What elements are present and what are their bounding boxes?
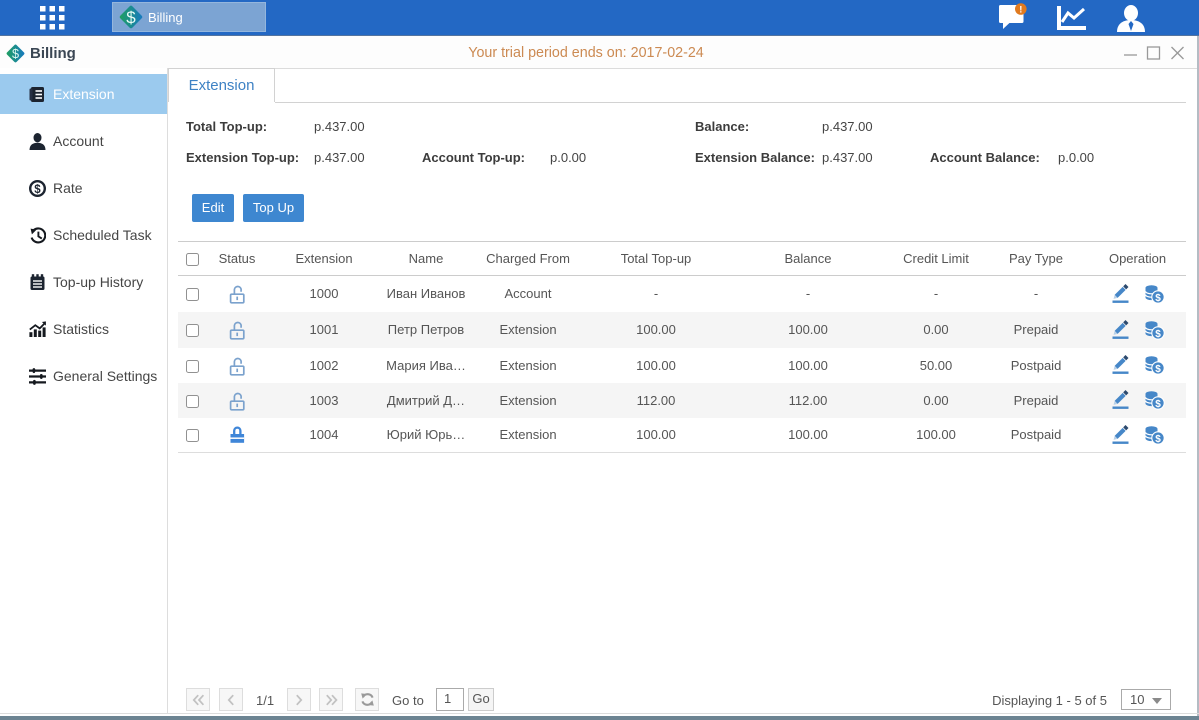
svg-text:$: $ xyxy=(34,184,41,196)
svg-text:$: $ xyxy=(126,8,136,27)
svg-text:$: $ xyxy=(1155,399,1161,410)
svg-text:$: $ xyxy=(1155,364,1161,375)
svg-text:$: $ xyxy=(1155,328,1161,339)
svg-text:$: $ xyxy=(1155,293,1161,304)
svg-text:!: ! xyxy=(1019,5,1022,16)
svg-text:$: $ xyxy=(1155,434,1161,445)
